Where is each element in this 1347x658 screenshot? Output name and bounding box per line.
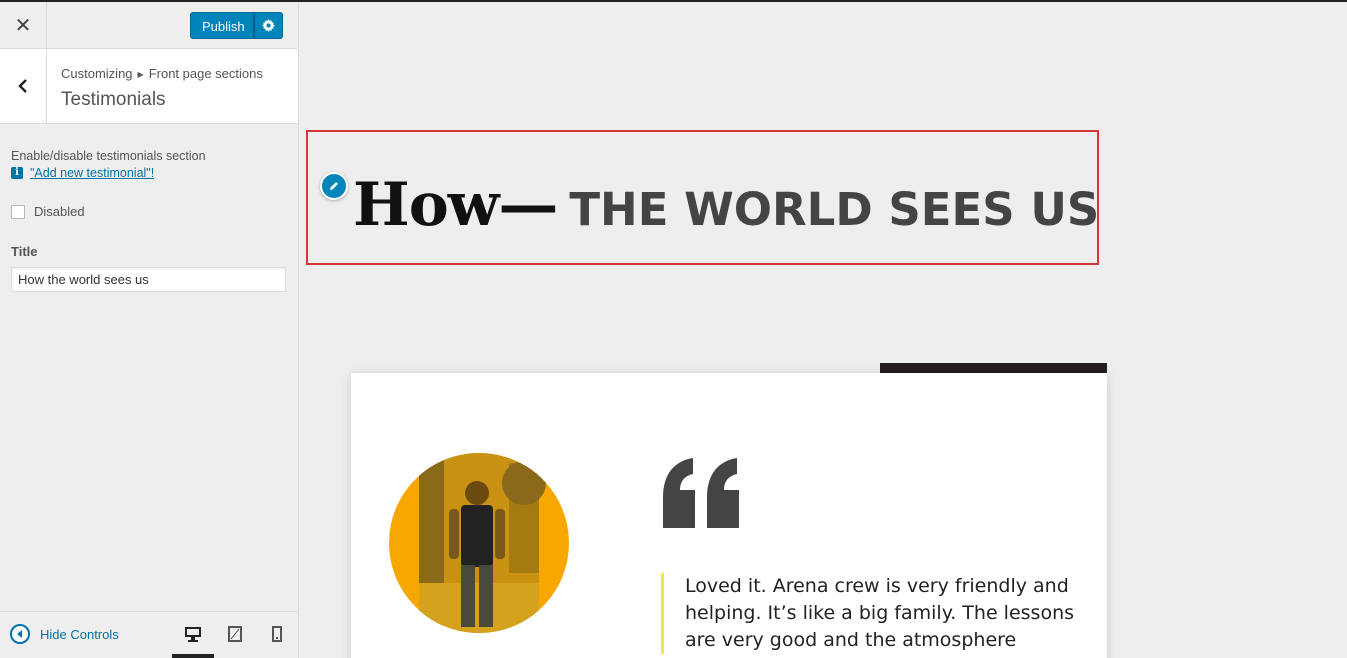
close-icon[interactable]: ✕ — [0, 2, 47, 48]
site-preview: How— THE WORLD SEES US Loved it. Arena c… — [299, 2, 1347, 658]
info-icon: i — [11, 167, 23, 179]
quote-icon — [659, 458, 743, 535]
section-header: Customizing ▶ Front page sections Testimon… — [0, 49, 298, 124]
breadcrumb-item: Customizing — [61, 66, 133, 81]
disabled-checkbox[interactable] — [11, 204, 25, 219]
heading-rest: THE WORLD SEES US — [569, 183, 1100, 236]
tablet-preview-icon[interactable] — [225, 624, 245, 644]
section-title: Testimonials — [61, 89, 166, 110]
hide-controls-label: Hide Controls — [40, 626, 119, 642]
triangle-right-icon: ▶ — [137, 70, 144, 79]
publish-group: Publish — [190, 12, 283, 39]
section-heading: How— THE WORLD SEES US — [353, 170, 1099, 240]
back-arrow-icon[interactable] — [0, 49, 47, 123]
disabled-checkbox-row: Disabled — [11, 204, 287, 219]
hide-controls-button[interactable]: Hide Controls — [10, 624, 119, 644]
testimonial-card: Loved it. Arena crew is very friendly an… — [351, 373, 1107, 658]
quote-text: Loved it. Arena crew is very friendly an… — [685, 575, 1075, 651]
avatar — [389, 453, 569, 633]
breadcrumb: Customizing ▶ Front page sections — [61, 66, 263, 81]
customizer-footer: Hide Controls — [0, 611, 298, 658]
add-testimonial-link[interactable]: "Add new testimonial"! — [30, 166, 154, 180]
disabled-checkbox-label: Disabled — [34, 204, 85, 219]
collapse-arrow-icon — [10, 624, 30, 644]
customizer-sidebar: ✕ Publish Customizing ▶ Front page section… — [0, 2, 299, 658]
customizer-header: ✕ Publish — [0, 2, 298, 49]
section-description: Enable/disable testimonials section — [11, 149, 206, 163]
mobile-preview-icon[interactable] — [267, 624, 287, 644]
heading-first-word: How— — [353, 170, 558, 240]
title-input[interactable] — [11, 267, 286, 292]
publish-settings-gear-icon[interactable] — [254, 12, 283, 39]
controls-panel: Enable/disable testimonials section i "A… — [0, 149, 298, 292]
info-line: i "Add new testimonial"! — [11, 166, 287, 180]
breadcrumb-item: Front page sections — [148, 66, 263, 81]
pencil-icon[interactable] — [320, 172, 348, 200]
publish-button[interactable]: Publish — [190, 12, 254, 39]
title-field-label: Title — [11, 244, 38, 259]
desktop-preview-icon[interactable] — [172, 624, 214, 658]
testimonial-quote: Loved it. Arena crew is very friendly an… — [661, 573, 1105, 654]
